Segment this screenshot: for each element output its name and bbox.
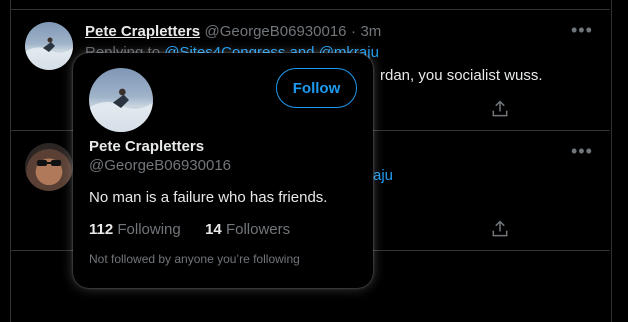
followers-count: 14	[205, 221, 222, 238]
hover-card-name[interactable]: Pete Crapletters	[89, 138, 204, 155]
hover-card-avatar[interactable]	[89, 68, 153, 132]
hover-card-bio: No man is a failure who has friends.	[89, 189, 328, 206]
avatar[interactable]	[25, 143, 73, 191]
timestamp[interactable]: 3m	[360, 23, 381, 40]
hover-card-handle[interactable]: @GeorgeB06930016	[89, 157, 231, 174]
author-handle[interactable]: @GeorgeB06930016	[205, 23, 347, 40]
followers-label: Followers	[225, 221, 291, 238]
more-horizontal-icon[interactable]: •••	[571, 141, 593, 162]
following-stat[interactable]: 112 Following	[89, 221, 181, 238]
surfer-photo	[89, 88, 153, 132]
author-name[interactable]: Pete Crapletters	[85, 23, 200, 40]
followed-by-note: Not followed by anyone you’re following	[89, 252, 300, 266]
hover-card-stats: 112 Following 14 Followers	[89, 221, 290, 238]
profile-hover-card[interactable]: Follow Pete Crapletters @GeorgeB06930016…	[73, 53, 373, 288]
tweet-text: rdan, you socialist wuss.	[380, 67, 543, 84]
following-label: Following	[117, 221, 181, 238]
share-icon[interactable]	[490, 219, 510, 239]
profile-photo	[37, 160, 61, 166]
more-horizontal-icon[interactable]: •••	[571, 20, 593, 41]
mention-link[interactable]: aju	[373, 167, 393, 184]
share-icon[interactable]	[490, 99, 510, 119]
dot-separator: ·	[350, 23, 356, 40]
avatar[interactable]	[25, 22, 73, 70]
surfer-photo	[25, 37, 73, 70]
following-count: 112	[89, 221, 114, 238]
follow-button[interactable]: Follow	[276, 68, 357, 108]
followers-stat[interactable]: 14 Followers	[205, 221, 290, 238]
